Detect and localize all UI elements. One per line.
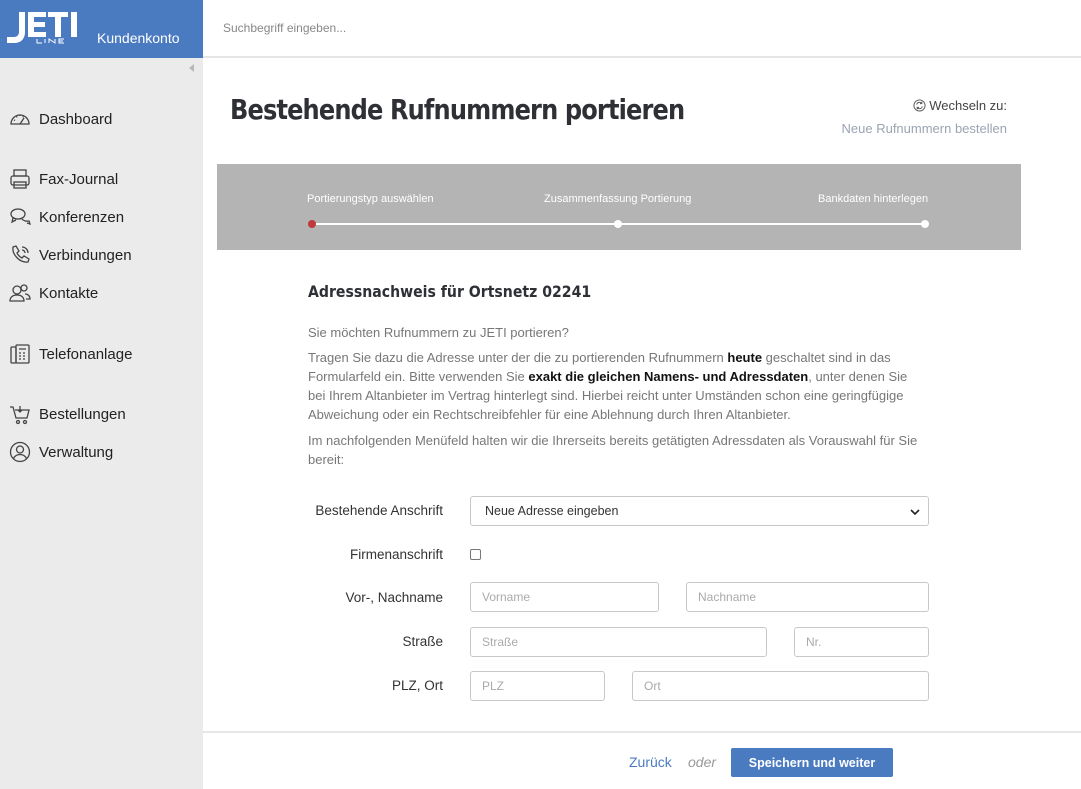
switch-label: Wechseln zu: (913, 98, 1007, 113)
sidebar-item-fax-journal[interactable]: Fax-Journal (0, 164, 203, 194)
user-circle-icon (9, 441, 31, 463)
page-title: Bestehende Rufnummern portieren (230, 93, 685, 126)
brand-label: Kundenkonto (97, 30, 180, 46)
address-label: Bestehende Anschrift (315, 503, 443, 518)
sidebar-item-label: Telefonanlage (39, 345, 133, 363)
sidebar-item-dashboard[interactable]: Dashboard (0, 104, 203, 134)
section-title: Adressnachweis für Ortsnetz 02241 (308, 282, 592, 301)
sidebar-item-kontakte[interactable]: Kontakte (0, 278, 203, 308)
phone-icon (12, 245, 30, 263)
city-input[interactable] (632, 671, 929, 701)
step-dot (921, 220, 929, 228)
cart-icon (10, 406, 30, 425)
top-bar (203, 0, 1081, 58)
sidebar-item-konferenzen[interactable]: Konferenzen (0, 202, 203, 232)
order-new-numbers-link[interactable]: Neue Rufnummern bestellen (842, 121, 1007, 136)
company-label: Firmenanschrift (349, 547, 443, 562)
footer-bar: Zurück oder Speichern und weiter (203, 731, 1081, 789)
address-select-value: Neue Adresse eingeben (485, 504, 619, 518)
house-number-input[interactable] (794, 627, 929, 657)
collapse-sidebar-icon[interactable] (189, 64, 194, 72)
phone-system-icon (10, 344, 30, 364)
sidebar-item-label: Bestellungen (39, 405, 126, 423)
instruction-text: Tragen Sie dazu die Adresse unter der di… (308, 350, 908, 422)
sidebar-item-bestellungen[interactable]: Bestellungen (0, 399, 203, 429)
sidebar-item-label: Verbindungen (39, 246, 132, 264)
save-and-continue-button[interactable]: Speichern und weiter (731, 748, 893, 777)
company-address-checkbox[interactable] (470, 549, 481, 560)
city-label: PLZ, Ort (391, 678, 443, 693)
fax-icon (10, 169, 30, 189)
sidebar-item-label: Dashboard (39, 110, 113, 128)
street-input[interactable] (470, 627, 767, 657)
contacts-icon (9, 284, 31, 302)
switch-label-text: Wechseln zu: (929, 98, 1007, 113)
step-dot-active (308, 220, 316, 228)
back-link[interactable]: Zurück (629, 754, 672, 770)
or-text: oder (688, 754, 717, 770)
street-label: Straße (402, 634, 443, 649)
jeti-logo (7, 12, 77, 44)
refresh-icon (913, 99, 926, 112)
sidebar-item-label: Fax-Journal (39, 170, 119, 188)
sidebar: Kundenkonto Dashboard Fax-Journal Konfer… (0, 0, 203, 789)
step-label: Bankdaten hinterlegen (818, 193, 929, 205)
chat-bubbles-icon (10, 208, 31, 226)
chevron-down-icon (910, 509, 920, 516)
intro-text: Sie möchten Rufnummern zu JETI portieren… (308, 325, 569, 340)
progress-stepper: Portierungstyp auswählen Zusammenfassung… (217, 164, 1021, 250)
zip-input[interactable] (470, 671, 605, 701)
speedometer-icon (10, 114, 30, 125)
name-label: Vor-, Nachname (345, 590, 443, 605)
firstname-input[interactable] (470, 582, 659, 612)
step-dot (614, 220, 622, 228)
brand-header[interactable]: Kundenkonto (0, 0, 203, 58)
sidebar-item-label: Verwaltung (39, 443, 114, 461)
sidebar-item-verwaltung[interactable]: Verwaltung (0, 437, 203, 467)
sidebar-item-label: Konferenzen (39, 208, 125, 226)
address-select[interactable]: Neue Adresse eingeben (470, 496, 929, 526)
step-label: Portierungstyp auswählen (307, 193, 434, 205)
sidebar-item-label: Kontakte (39, 284, 99, 302)
step-label: Zusammenfassung Portierung (544, 193, 692, 205)
preselection-text: Im nachfolgenden Menüfeld halten wir die… (308, 433, 918, 467)
sidebar-item-verbindungen[interactable]: Verbindungen (0, 240, 203, 270)
lastname-input[interactable] (686, 582, 929, 612)
search-input[interactable] (223, 17, 623, 39)
sidebar-item-telefonanlage[interactable]: Telefonanlage (0, 339, 203, 369)
